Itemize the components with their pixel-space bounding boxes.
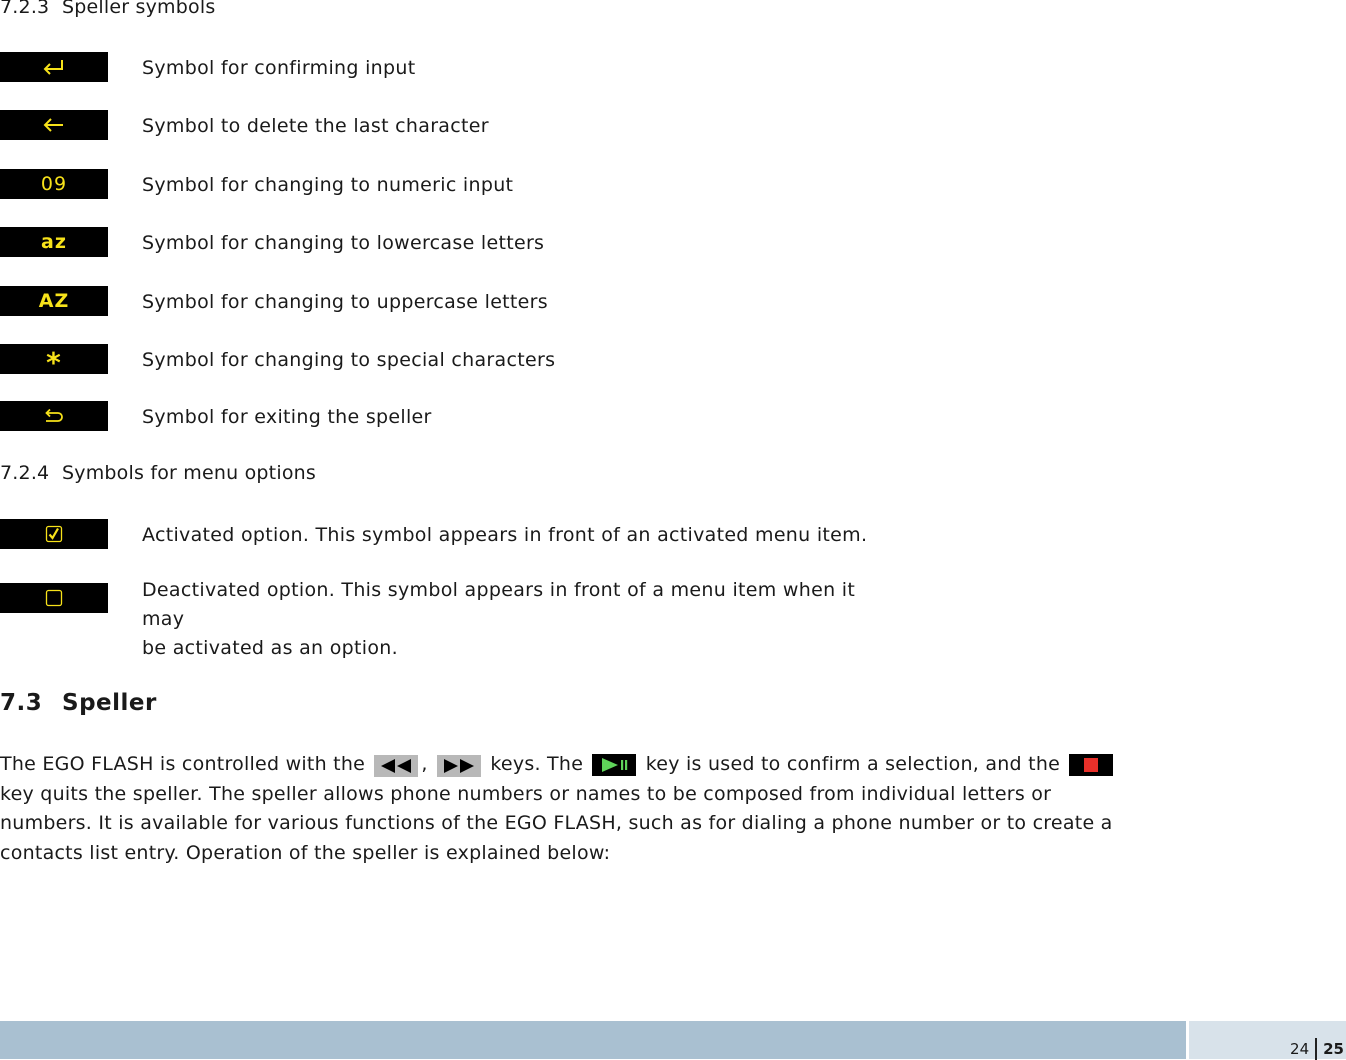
symbol-description: Symbol for exiting the speller xyxy=(142,406,432,428)
checked-checkbox-icon xyxy=(0,519,108,549)
symbol-description: Symbol to delete the last character xyxy=(142,115,489,137)
section-number: 7.2.4 xyxy=(0,462,50,484)
confirm-enter-icon xyxy=(0,52,108,82)
section-title: Symbols for menu options xyxy=(62,462,316,484)
symbol-description: Symbol for confirming input xyxy=(142,57,416,79)
symbol-label: az xyxy=(41,231,67,253)
numeric-mode-icon: 09 xyxy=(0,169,108,199)
stop-key-icon xyxy=(1069,754,1114,776)
section-number: 7.2.3 xyxy=(0,0,50,18)
symbol-description: Symbol for changing to lowercase letters xyxy=(142,232,545,254)
symbol-description: Symbol for changing to special character… xyxy=(142,349,556,371)
paragraph-text: key quits the speller. The speller allow… xyxy=(0,782,1113,864)
symbol-label: AZ xyxy=(38,290,70,312)
symbol-description: Deactivated option. This symbol appears … xyxy=(142,576,900,663)
page-numbers: 24 25 xyxy=(1290,1038,1344,1060)
right-page-number: 25 xyxy=(1323,1040,1344,1058)
symbol-row-exit: Symbol for exiting the speller xyxy=(0,401,900,433)
uppercase-mode-icon: AZ xyxy=(0,286,108,316)
symbol-description: Symbol for changing to numeric input xyxy=(142,174,514,196)
symbol-row-activated: Activated option. This symbol appears in… xyxy=(0,519,900,551)
paragraph-text: The EGO FLASH is controlled with the xyxy=(0,753,366,775)
section-number: 7.3 xyxy=(0,690,43,716)
delete-left-arrow-icon xyxy=(0,110,108,140)
description-line-2: be activated as an option. xyxy=(142,637,398,659)
symbol-row-lowercase: az Symbol for changing to lowercase lett… xyxy=(0,227,900,259)
symbol-description: Symbol for changing to uppercase letters xyxy=(142,291,548,313)
symbol-description: Activated option. This symbol appears in… xyxy=(142,524,868,546)
play-pause-key-icon xyxy=(592,754,637,776)
fast-forward-key-icon xyxy=(437,755,482,777)
section-title: Speller symbols xyxy=(62,0,216,18)
section-heading-7-3: 7.3 Speller xyxy=(0,690,157,716)
paragraph-text: key is used to confirm a selection, and … xyxy=(645,753,1061,775)
section-title: Speller xyxy=(62,690,157,716)
footer-bar xyxy=(0,1021,1186,1059)
left-page-number: 24 xyxy=(1290,1040,1310,1058)
symbol-row-confirm: Symbol for confirming input xyxy=(0,52,900,84)
paragraph-text: , xyxy=(421,753,428,775)
empty-checkbox-icon xyxy=(0,583,108,613)
symbol-row-deactivated: Deactivated option. This symbol appears … xyxy=(0,579,900,659)
speller-paragraph: The EGO FLASH is controlled with the , k… xyxy=(0,750,1140,868)
description-line-1: Deactivated option. This symbol appears … xyxy=(142,579,856,630)
symbol-label: * xyxy=(46,346,62,379)
symbol-row-special: * Symbol for changing to special charact… xyxy=(0,344,900,379)
section-heading-7-2-3: 7.2.3 Speller symbols xyxy=(0,0,215,18)
symbol-row-delete: Symbol to delete the last character xyxy=(0,110,900,142)
section-heading-7-2-4: 7.2.4 Symbols for menu options xyxy=(0,462,316,484)
symbol-row-numeric: 09 Symbol for changing to numeric input xyxy=(0,169,900,201)
exit-return-icon xyxy=(0,401,108,431)
symbol-row-uppercase: AZ Symbol for changing to uppercase lett… xyxy=(0,286,900,318)
lowercase-mode-icon: az xyxy=(0,227,108,257)
paragraph-text: keys. The xyxy=(490,753,584,775)
rewind-key-icon xyxy=(374,755,419,777)
symbol-label: 09 xyxy=(40,173,68,195)
page-separator xyxy=(1315,1038,1318,1060)
asterisk-icon: * xyxy=(0,344,108,379)
